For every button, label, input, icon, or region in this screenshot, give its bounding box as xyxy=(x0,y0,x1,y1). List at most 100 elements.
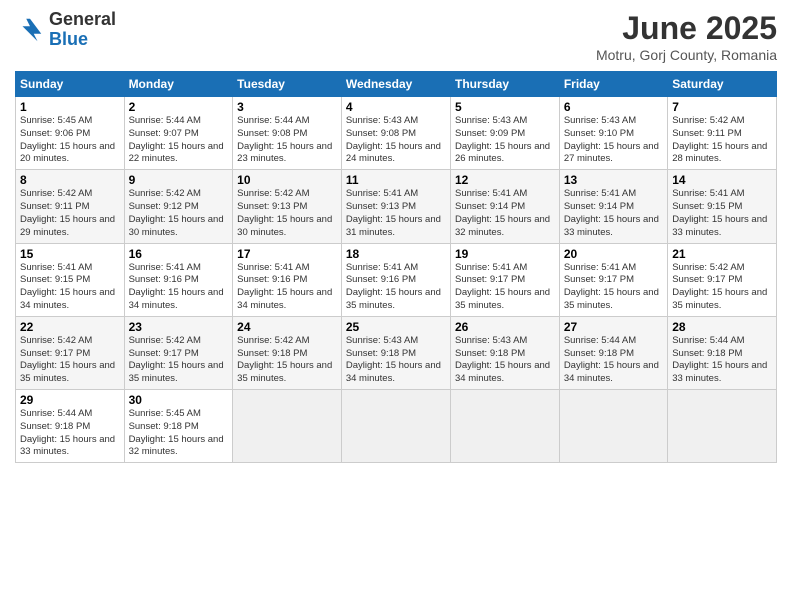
day-number: 26 xyxy=(455,320,555,334)
day-info: Sunrise: 5:42 AM Sunset: 9:17 PM Dayligh… xyxy=(129,335,229,386)
logo-text: General Blue xyxy=(49,10,116,50)
day-info: Sunrise: 5:41 AM Sunset: 9:14 PM Dayligh… xyxy=(455,188,555,239)
logo-general: General xyxy=(49,10,116,30)
header-friday: Friday xyxy=(559,72,667,97)
table-row: 15Sunrise: 5:41 AM Sunset: 9:15 PM Dayli… xyxy=(16,243,125,316)
table-row: 28Sunrise: 5:44 AM Sunset: 9:18 PM Dayli… xyxy=(668,316,777,389)
day-info: Sunrise: 5:41 AM Sunset: 9:16 PM Dayligh… xyxy=(346,262,446,313)
day-number: 14 xyxy=(672,173,772,187)
calendar-week-4: 22Sunrise: 5:42 AM Sunset: 9:17 PM Dayli… xyxy=(16,316,777,389)
day-number: 16 xyxy=(129,247,229,261)
table-row: 4Sunrise: 5:43 AM Sunset: 9:08 PM Daylig… xyxy=(341,97,450,170)
logo-blue: Blue xyxy=(49,30,116,50)
day-info: Sunrise: 5:45 AM Sunset: 9:06 PM Dayligh… xyxy=(20,115,120,166)
day-number: 24 xyxy=(237,320,337,334)
day-info: Sunrise: 5:43 AM Sunset: 9:09 PM Dayligh… xyxy=(455,115,555,166)
table-row: 14Sunrise: 5:41 AM Sunset: 9:15 PM Dayli… xyxy=(668,170,777,243)
calendar-table: Sunday Monday Tuesday Wednesday Thursday… xyxy=(15,71,777,463)
day-number: 1 xyxy=(20,100,120,114)
day-info: Sunrise: 5:42 AM Sunset: 9:18 PM Dayligh… xyxy=(237,335,337,386)
day-info: Sunrise: 5:41 AM Sunset: 9:15 PM Dayligh… xyxy=(20,262,120,313)
logo-icon xyxy=(15,15,45,45)
table-row: 12Sunrise: 5:41 AM Sunset: 9:14 PM Dayli… xyxy=(450,170,559,243)
table-row: 8Sunrise: 5:42 AM Sunset: 9:11 PM Daylig… xyxy=(16,170,125,243)
header-thursday: Thursday xyxy=(450,72,559,97)
day-info: Sunrise: 5:41 AM Sunset: 9:17 PM Dayligh… xyxy=(564,262,663,313)
day-info: Sunrise: 5:41 AM Sunset: 9:13 PM Dayligh… xyxy=(346,188,446,239)
table-row: 16Sunrise: 5:41 AM Sunset: 9:16 PM Dayli… xyxy=(124,243,233,316)
day-number: 25 xyxy=(346,320,446,334)
day-number: 28 xyxy=(672,320,772,334)
day-info: Sunrise: 5:42 AM Sunset: 9:17 PM Dayligh… xyxy=(20,335,120,386)
page: General Blue June 2025 Motru, Gorj Count… xyxy=(0,0,792,612)
day-number: 19 xyxy=(455,247,555,261)
day-info: Sunrise: 5:43 AM Sunset: 9:18 PM Dayligh… xyxy=(346,335,446,386)
table-row: 13Sunrise: 5:41 AM Sunset: 9:14 PM Dayli… xyxy=(559,170,667,243)
day-number: 3 xyxy=(237,100,337,114)
table-row: 17Sunrise: 5:41 AM Sunset: 9:16 PM Dayli… xyxy=(233,243,342,316)
day-number: 30 xyxy=(129,393,229,407)
table-row: 18Sunrise: 5:41 AM Sunset: 9:16 PM Dayli… xyxy=(341,243,450,316)
day-info: Sunrise: 5:44 AM Sunset: 9:07 PM Dayligh… xyxy=(129,115,229,166)
day-number: 4 xyxy=(346,100,446,114)
month-title: June 2025 xyxy=(596,10,777,47)
table-row: 25Sunrise: 5:43 AM Sunset: 9:18 PM Dayli… xyxy=(341,316,450,389)
day-info: Sunrise: 5:43 AM Sunset: 9:08 PM Dayligh… xyxy=(346,115,446,166)
table-row: 11Sunrise: 5:41 AM Sunset: 9:13 PM Dayli… xyxy=(341,170,450,243)
day-number: 8 xyxy=(20,173,120,187)
day-info: Sunrise: 5:41 AM Sunset: 9:16 PM Dayligh… xyxy=(129,262,229,313)
table-row: 3Sunrise: 5:44 AM Sunset: 9:08 PM Daylig… xyxy=(233,97,342,170)
table-row xyxy=(668,390,777,463)
day-info: Sunrise: 5:42 AM Sunset: 9:13 PM Dayligh… xyxy=(237,188,337,239)
table-row: 9Sunrise: 5:42 AM Sunset: 9:12 PM Daylig… xyxy=(124,170,233,243)
table-row: 6Sunrise: 5:43 AM Sunset: 9:10 PM Daylig… xyxy=(559,97,667,170)
table-row xyxy=(341,390,450,463)
day-number: 6 xyxy=(564,100,663,114)
calendar-week-3: 15Sunrise: 5:41 AM Sunset: 9:15 PM Dayli… xyxy=(16,243,777,316)
header-sunday: Sunday xyxy=(16,72,125,97)
location-title: Motru, Gorj County, Romania xyxy=(596,47,777,63)
day-info: Sunrise: 5:41 AM Sunset: 9:14 PM Dayligh… xyxy=(564,188,663,239)
calendar-week-2: 8Sunrise: 5:42 AM Sunset: 9:11 PM Daylig… xyxy=(16,170,777,243)
table-row xyxy=(233,390,342,463)
calendar-week-1: 1Sunrise: 5:45 AM Sunset: 9:06 PM Daylig… xyxy=(16,97,777,170)
day-info: Sunrise: 5:41 AM Sunset: 9:15 PM Dayligh… xyxy=(672,188,772,239)
day-info: Sunrise: 5:42 AM Sunset: 9:17 PM Dayligh… xyxy=(672,262,772,313)
day-info: Sunrise: 5:42 AM Sunset: 9:11 PM Dayligh… xyxy=(20,188,120,239)
day-number: 5 xyxy=(455,100,555,114)
day-info: Sunrise: 5:42 AM Sunset: 9:12 PM Dayligh… xyxy=(129,188,229,239)
table-row: 22Sunrise: 5:42 AM Sunset: 9:17 PM Dayli… xyxy=(16,316,125,389)
day-number: 17 xyxy=(237,247,337,261)
day-info: Sunrise: 5:44 AM Sunset: 9:18 PM Dayligh… xyxy=(20,408,120,459)
header-wednesday: Wednesday xyxy=(341,72,450,97)
day-number: 20 xyxy=(564,247,663,261)
day-number: 9 xyxy=(129,173,229,187)
day-number: 27 xyxy=(564,320,663,334)
calendar-header-row: Sunday Monday Tuesday Wednesday Thursday… xyxy=(16,72,777,97)
logo: General Blue xyxy=(15,10,116,50)
table-row: 23Sunrise: 5:42 AM Sunset: 9:17 PM Dayli… xyxy=(124,316,233,389)
day-info: Sunrise: 5:44 AM Sunset: 9:08 PM Dayligh… xyxy=(237,115,337,166)
table-row xyxy=(559,390,667,463)
day-number: 15 xyxy=(20,247,120,261)
day-number: 23 xyxy=(129,320,229,334)
day-info: Sunrise: 5:41 AM Sunset: 9:16 PM Dayligh… xyxy=(237,262,337,313)
day-info: Sunrise: 5:44 AM Sunset: 9:18 PM Dayligh… xyxy=(564,335,663,386)
header-tuesday: Tuesday xyxy=(233,72,342,97)
table-row: 29Sunrise: 5:44 AM Sunset: 9:18 PM Dayli… xyxy=(16,390,125,463)
day-number: 13 xyxy=(564,173,663,187)
table-row: 7Sunrise: 5:42 AM Sunset: 9:11 PM Daylig… xyxy=(668,97,777,170)
header: General Blue June 2025 Motru, Gorj Count… xyxy=(15,10,777,63)
day-number: 7 xyxy=(672,100,772,114)
day-number: 18 xyxy=(346,247,446,261)
table-row xyxy=(450,390,559,463)
day-number: 21 xyxy=(672,247,772,261)
day-info: Sunrise: 5:41 AM Sunset: 9:17 PM Dayligh… xyxy=(455,262,555,313)
table-row: 2Sunrise: 5:44 AM Sunset: 9:07 PM Daylig… xyxy=(124,97,233,170)
day-number: 29 xyxy=(20,393,120,407)
day-info: Sunrise: 5:44 AM Sunset: 9:18 PM Dayligh… xyxy=(672,335,772,386)
table-row: 1Sunrise: 5:45 AM Sunset: 9:06 PM Daylig… xyxy=(16,97,125,170)
header-monday: Monday xyxy=(124,72,233,97)
day-info: Sunrise: 5:45 AM Sunset: 9:18 PM Dayligh… xyxy=(129,408,229,459)
table-row: 24Sunrise: 5:42 AM Sunset: 9:18 PM Dayli… xyxy=(233,316,342,389)
